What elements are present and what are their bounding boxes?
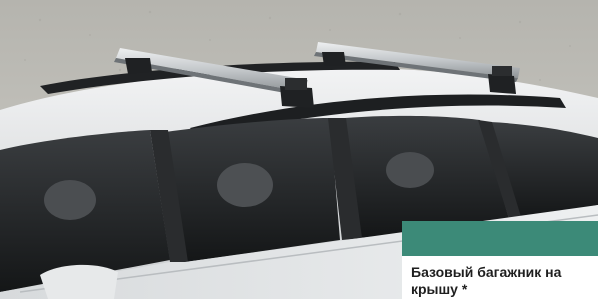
caption-accent-band: [402, 221, 598, 256]
caption-title: Базовый багажник на крышу *: [411, 264, 562, 297]
caption-box: Базовый багажник на крышу *: [402, 256, 598, 299]
hero-image: Базовый багажник на крышу *: [0, 0, 598, 299]
